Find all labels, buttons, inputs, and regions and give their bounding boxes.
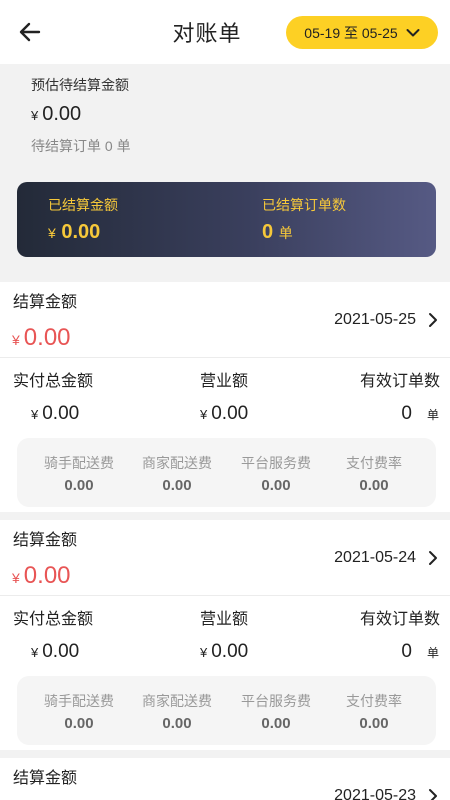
revenue: ¥0.00 <box>200 641 248 663</box>
revenue: ¥0.00 <box>200 403 248 425</box>
valid-orders-unit: 单 <box>426 408 439 422</box>
settlement-record: 结算金额 ¥0.00 2021-05-25 实付总金额 营业额 有效订单数 ¥0… <box>0 282 450 512</box>
rider-fee-label: 骑手配送费 <box>44 455 114 471</box>
settled-amount-label: 已结算金额 <box>48 197 118 213</box>
settled-orders-label: 已结算订单数 <box>262 197 346 213</box>
record-date-link[interactable]: 2021-05-23 <box>334 787 438 800</box>
record-date: 2021-05-23 <box>334 787 416 800</box>
valid-orders: 0 <box>401 641 412 663</box>
settlement-record: 结算金额 2021-05-23 <box>0 758 450 800</box>
arrow-left-icon <box>19 22 41 42</box>
revenue-value: 0.00 <box>211 403 249 424</box>
valid-orders-unit-wrap: 单 <box>421 403 439 425</box>
platform-fee-value: 0.00 <box>261 477 291 494</box>
chevron-right-icon <box>429 551 437 565</box>
total-paid-value: 0.00 <box>42 403 80 424</box>
top-bar: 对账单 05-19 至 05-25 <box>0 0 450 64</box>
revenue-label: 营业额 <box>200 611 249 628</box>
total-paid: ¥0.00 <box>31 403 79 425</box>
divider <box>0 595 450 596</box>
platform-fee-label: 平台服务费 <box>241 693 311 709</box>
settle-amount: ¥0.00 <box>12 324 71 352</box>
estimated-label: 预估待结算金额 <box>31 77 129 93</box>
record-date-link[interactable]: 2021-05-24 <box>334 549 438 567</box>
date-range-label: 05-19 至 05-25 <box>304 24 398 41</box>
valid-orders-label: 有效订单数 <box>359 373 440 390</box>
settle-amount-label: 结算金额 <box>13 532 78 549</box>
divider <box>0 357 450 358</box>
currency-symbol: ¥ <box>12 570 20 586</box>
revenue-label: 营业额 <box>200 373 249 390</box>
merchant-fee: 商家配送费 0.00 <box>129 691 225 732</box>
platform-fee: 平台服务费 0.00 <box>228 453 324 494</box>
merchant-fee-value: 0.00 <box>162 715 192 732</box>
settle-amount-label: 结算金额 <box>13 294 78 311</box>
currency-symbol: ¥ <box>200 407 208 422</box>
fee-breakdown: 骑手配送费 0.00 商家配送费 0.00 平台服务费 0.00 支付费率 0.… <box>17 676 436 745</box>
settled-orders-value: 0 <box>262 221 274 243</box>
chevron-right-icon <box>429 313 437 327</box>
record-date-link[interactable]: 2021-05-25 <box>334 311 438 329</box>
chevron-right-icon <box>429 789 437 800</box>
currency-symbol: ¥ <box>200 645 208 660</box>
settled-orders: 0 单 <box>262 221 293 244</box>
settled-orders-unit: 单 <box>278 225 293 241</box>
currency-symbol: ¥ <box>31 108 39 123</box>
total-paid-value: 0.00 <box>42 641 80 662</box>
merchant-fee-label: 商家配送费 <box>142 455 212 471</box>
pay-rate-value: 0.00 <box>359 715 389 732</box>
fee-breakdown: 骑手配送费 0.00 商家配送费 0.00 平台服务费 0.00 支付费率 0.… <box>17 438 436 507</box>
rider-fee-value: 0.00 <box>64 715 94 732</box>
settle-amount: ¥0.00 <box>12 562 71 590</box>
platform-fee-value: 0.00 <box>261 715 291 732</box>
pay-rate-label: 支付费率 <box>346 693 402 709</box>
rider-fee-label: 骑手配送费 <box>44 693 114 709</box>
merchant-fee-label: 商家配送费 <box>142 693 212 709</box>
currency-symbol: ¥ <box>31 407 39 422</box>
platform-fee: 平台服务费 0.00 <box>228 691 324 732</box>
settle-amount-value: 0.00 <box>23 562 71 589</box>
currency-symbol: ¥ <box>31 645 39 660</box>
valid-orders-label: 有效订单数 <box>359 611 440 628</box>
settled-amount: ¥ 0.00 <box>48 221 100 244</box>
valid-orders-unit: 单 <box>426 646 439 660</box>
page-title: 对账单 <box>172 21 242 46</box>
date-range-selector[interactable]: 05-19 至 05-25 <box>286 16 438 49</box>
rider-fee: 骑手配送费 0.00 <box>31 453 127 494</box>
merchant-fee-value: 0.00 <box>162 477 192 494</box>
platform-fee-label: 平台服务费 <box>241 455 311 471</box>
pay-rate-label: 支付费率 <box>346 455 402 471</box>
merchant-fee: 商家配送费 0.00 <box>129 453 225 494</box>
total-paid-label: 实付总金额 <box>13 611 94 628</box>
currency-symbol: ¥ <box>48 225 56 241</box>
settled-amount-value: 0.00 <box>61 221 101 243</box>
back-button[interactable] <box>14 16 46 48</box>
currency-symbol: ¥ <box>12 332 20 348</box>
valid-orders-value: 0 <box>401 403 412 424</box>
rider-fee-value: 0.00 <box>64 477 94 494</box>
settle-amount-value: 0.00 <box>23 324 71 351</box>
estimated-amount: ¥0.00 <box>31 103 81 126</box>
rider-fee: 骑手配送费 0.00 <box>31 691 127 732</box>
record-date: 2021-05-25 <box>334 311 416 328</box>
pay-rate: 支付费率 0.00 <box>326 453 422 494</box>
valid-orders-unit-wrap: 单 <box>421 641 439 663</box>
pay-rate-value: 0.00 <box>359 477 389 494</box>
valid-orders: 0 <box>401 403 412 425</box>
estimated-amount-value: 0.00 <box>42 103 82 125</box>
revenue-value: 0.00 <box>211 641 249 662</box>
settlement-summary: 预估待结算金额 ¥0.00 待结算订单 0 单 已结算金额 ¥ 0.00 已结算… <box>0 64 450 281</box>
pending-orders: 待结算订单 0 单 <box>31 138 131 154</box>
valid-orders-value: 0 <box>401 641 412 662</box>
pay-rate: 支付费率 0.00 <box>326 691 422 732</box>
total-paid: ¥0.00 <box>31 641 79 663</box>
settle-amount-label: 结算金额 <box>13 770 78 787</box>
chevron-down-icon <box>406 28 420 36</box>
settled-card: 已结算金额 ¥ 0.00 已结算订单数 0 单 <box>17 182 436 257</box>
settlement-record: 结算金额 ¥0.00 2021-05-24 实付总金额 营业额 有效订单数 ¥0… <box>0 520 450 750</box>
record-date: 2021-05-24 <box>334 549 416 566</box>
total-paid-label: 实付总金额 <box>13 373 94 390</box>
